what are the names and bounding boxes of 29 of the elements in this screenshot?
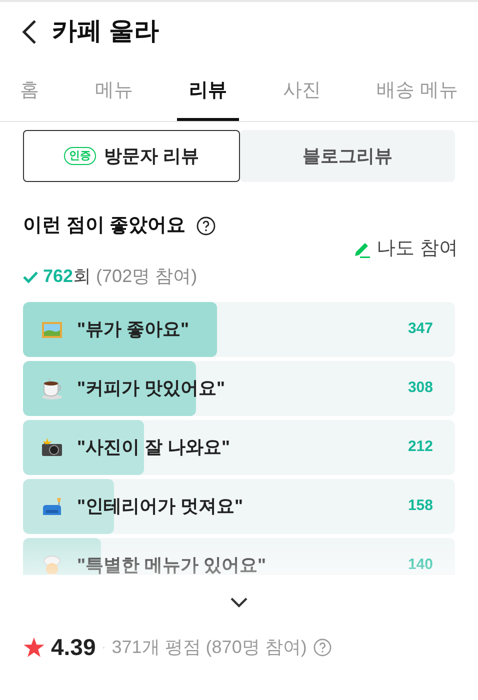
keyword-count: 308 xyxy=(408,378,433,398)
review-type-tab[interactable]: 블로그리뷰 xyxy=(240,130,455,182)
chevron-down-icon[interactable] xyxy=(230,597,248,608)
page-title: 카페 울라 xyxy=(52,16,159,48)
keyword-count: 158 xyxy=(408,496,433,516)
sofa-icon xyxy=(41,496,63,518)
keyword-label: "커피가 맛있어요" xyxy=(77,377,226,400)
keyword-count: 212 xyxy=(408,437,433,458)
back-icon[interactable] xyxy=(20,19,38,45)
rating-summary: 371개 평점 (870명 참여) xyxy=(112,636,307,659)
rating-score: 4.39 xyxy=(51,633,96,662)
keyword-count: 347 xyxy=(408,319,433,340)
vote-count: 762회 (702명 참여) xyxy=(43,265,198,288)
verified-badge: 인증 xyxy=(64,147,96,165)
participate-link[interactable]: 나도 참여 xyxy=(352,234,458,263)
coffee-cup-icon xyxy=(41,378,63,400)
keyword-label: "인테리어가 멋져요" xyxy=(77,495,244,518)
keyword-label: "특별한 메뉴가 있어요" xyxy=(77,554,268,575)
section-title: 이런 점이 좋았어요 xyxy=(23,214,186,238)
camera-icon xyxy=(41,436,63,458)
help-icon[interactable] xyxy=(196,216,216,236)
check-icon xyxy=(22,270,39,284)
tab[interactable]: 리뷰 xyxy=(176,62,239,121)
separator: · xyxy=(102,639,106,656)
keyword-count: 140 xyxy=(408,555,433,575)
star-icon xyxy=(23,636,45,658)
keyword-label: "사진이 잘 나와요" xyxy=(77,436,232,459)
review-type-tab[interactable]: 인증 방문자 리뷰 xyxy=(23,130,240,182)
keyword-label: "뷰가 좋아요" xyxy=(77,318,190,341)
